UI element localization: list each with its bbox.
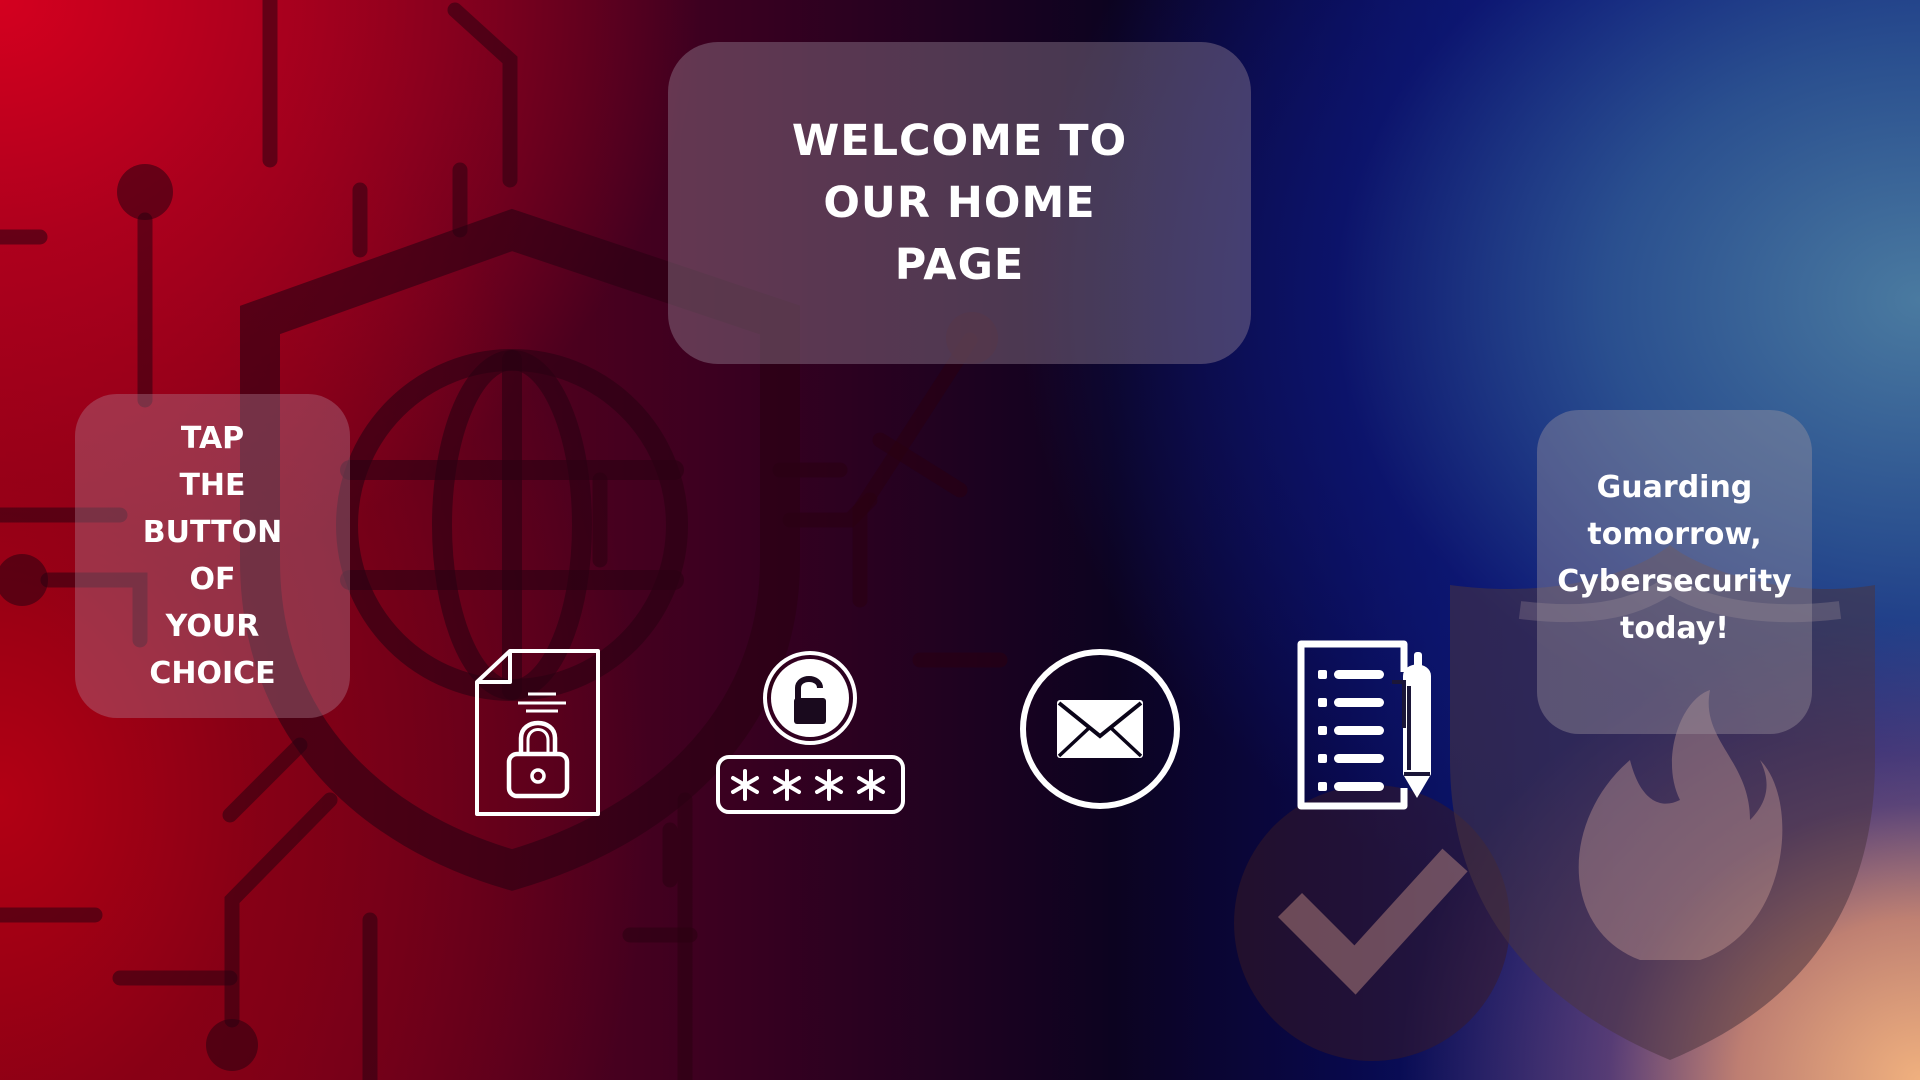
document-button[interactable]	[1296, 638, 1436, 814]
slogan-panel: Guarding tomorrow, Cybersecurity today!	[1537, 410, 1812, 734]
file-lock-icon	[475, 649, 600, 816]
home-page: WELCOME TO OUR HOME PAGE TAP THE BUTTON …	[0, 0, 1920, 1080]
password-button[interactable]	[716, 650, 906, 816]
slogan-text: Guarding tomorrow, Cybersecurity today!	[1557, 470, 1792, 646]
welcome-panel: WELCOME TO OUR HOME PAGE	[668, 42, 1251, 364]
envelope-icon	[1020, 649, 1180, 809]
instructions-text: TAP THE BUTTON OF YOUR CHOICE	[142, 421, 283, 691]
asterisk-group	[731, 769, 885, 801]
instructions-panel: TAP THE BUTTON OF YOUR CHOICE	[75, 394, 350, 718]
welcome-title: WELCOME TO OUR HOME PAGE	[791, 116, 1128, 290]
password-lock-icon	[716, 651, 905, 814]
file-lock-button[interactable]	[474, 648, 604, 818]
document-pen-icon	[1297, 640, 1431, 810]
mail-button[interactable]	[1019, 648, 1181, 810]
